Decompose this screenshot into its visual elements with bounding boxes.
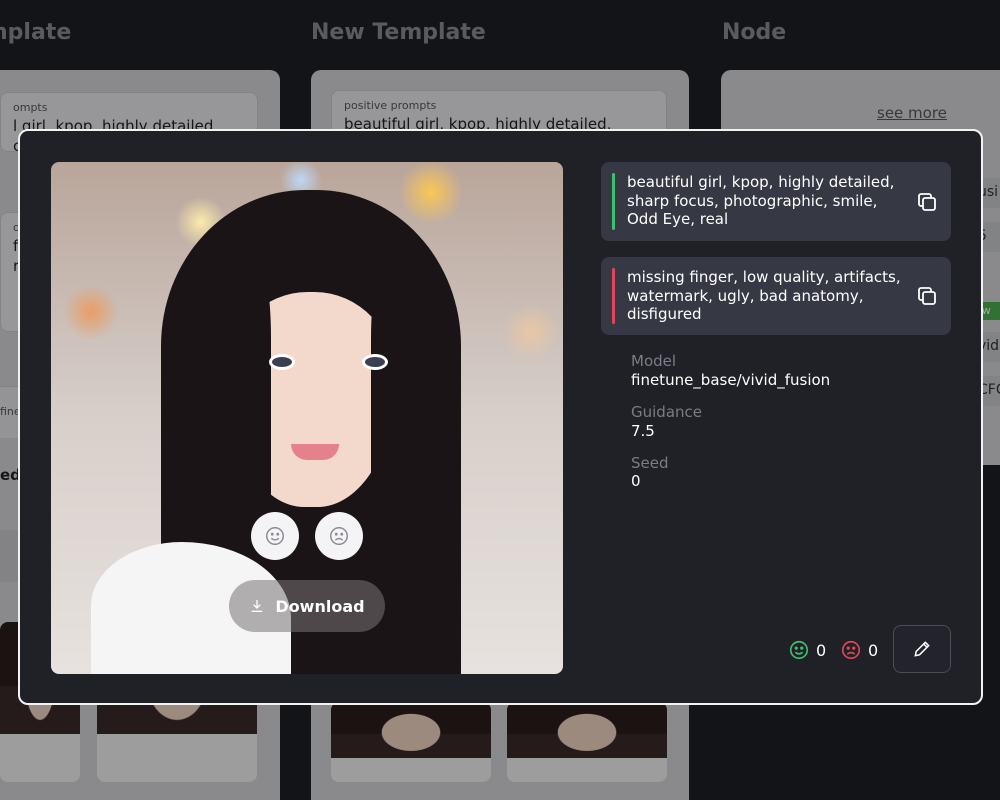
sad-face-icon: [330, 527, 348, 545]
download-label: Download: [275, 596, 365, 616]
copy-positive-button[interactable]: [915, 190, 939, 214]
dislike-count-value: 0: [868, 640, 879, 660]
download-icon: [252, 600, 263, 612]
edit-button[interactable]: [893, 625, 951, 673]
positive-prompt-box: beautiful girl, kpop, highly detailed, s…: [601, 162, 951, 241]
guidance-label: Guidance: [631, 403, 702, 421]
model-label: Model: [631, 352, 677, 370]
pencil-icon: [914, 641, 930, 657]
seed-value: 0: [631, 472, 641, 490]
copy-icon: [918, 192, 936, 211]
negative-prompt-text: missing finger, low quality, artifacts, …: [627, 268, 901, 323]
copy-icon: [918, 287, 936, 305]
dislike-count[interactable]: 0: [840, 639, 878, 661]
copy-negative-button[interactable]: [915, 284, 939, 308]
download-button[interactable]: Download: [229, 580, 385, 632]
negative-prompt-box: missing finger, low quality, artifacts, …: [601, 257, 951, 335]
sad-face-icon: [841, 640, 861, 660]
like-count-value: 0: [816, 640, 827, 660]
dislike-button[interactable]: [315, 512, 363, 560]
smile-face-icon: [266, 527, 284, 545]
model-value: finetune_base/vivid_fusion: [631, 371, 831, 389]
generated-image: Download: [51, 162, 563, 674]
positive-prompt-text: beautiful girl, kpop, highly detailed, s…: [627, 173, 895, 228]
image-detail-modal: Download beautiful girl, kpop, highly de…: [18, 129, 983, 705]
like-count[interactable]: 0: [788, 639, 826, 661]
like-button[interactable]: [251, 512, 299, 560]
seed-label: Seed: [631, 454, 669, 472]
guidance-value: 7.5: [631, 422, 655, 440]
smile-face-icon: [789, 640, 809, 660]
